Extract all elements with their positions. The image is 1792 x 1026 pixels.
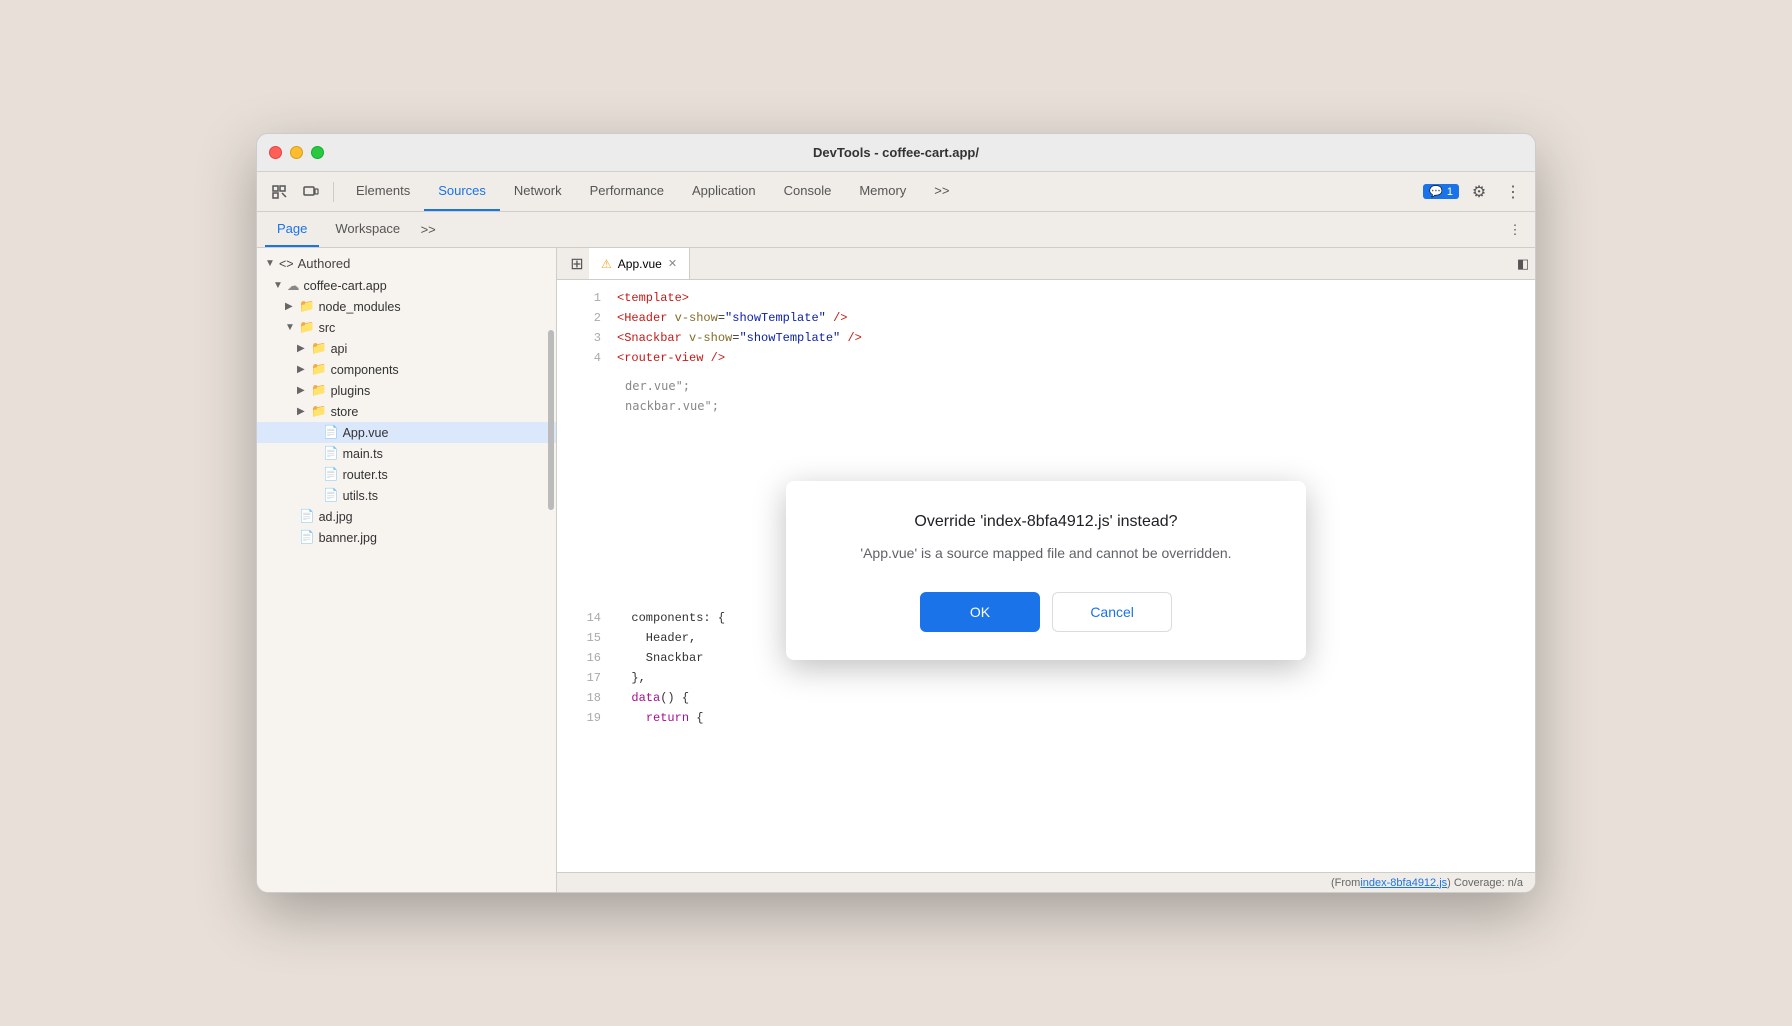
devtools-window: DevTools - coffee-cart.app/ Elements Sou xyxy=(256,133,1536,893)
folder-icon: 📁 xyxy=(311,404,327,419)
traffic-lights xyxy=(269,146,324,159)
file-icon: 📄 xyxy=(299,530,315,545)
settings-icon[interactable]: ⚙ xyxy=(1465,178,1493,206)
folder-icon: 📁 xyxy=(311,383,327,398)
tree-item-store[interactable]: ▶ 📁 store xyxy=(257,401,556,422)
tree-item-router-ts[interactable]: 📄 router.ts xyxy=(257,464,556,485)
authored-arrow: ▼ xyxy=(265,258,275,269)
tab-elements[interactable]: Elements xyxy=(342,172,424,211)
tab-memory[interactable]: Memory xyxy=(845,172,920,211)
inspect-icon[interactable] xyxy=(265,178,293,206)
tree-item-api[interactable]: ▶ 📁 api xyxy=(257,338,556,359)
ok-button[interactable]: OK xyxy=(920,592,1040,632)
maximize-button[interactable] xyxy=(311,146,324,159)
tab-workspace[interactable]: Workspace xyxy=(323,212,412,247)
more-tabs-icon[interactable]: >> xyxy=(416,218,440,242)
more-options-icon[interactable]: ⋮ xyxy=(1499,178,1527,206)
file-icon: 📄 xyxy=(323,446,339,461)
folder-icon: 📁 xyxy=(311,362,327,377)
file-tree: ▼ <> Authored ▼ ☁ coffee-cart.app ▶ 📁 no… xyxy=(257,248,557,892)
override-dialog: Override 'index-8bfa4912.js' instead? 'A… xyxy=(786,481,1306,660)
file-icon: 📄 xyxy=(323,488,339,503)
tree-item-utils-ts[interactable]: 📄 utils.ts xyxy=(257,485,556,506)
folder-icon: 📁 xyxy=(299,320,315,335)
sources-panel: Page Workspace >> ⋮ ▼ <> Authored xyxy=(257,212,1535,892)
tab-application[interactable]: Application xyxy=(678,172,770,211)
tab-page[interactable]: Page xyxy=(265,212,319,247)
tree-item-banner-jpg[interactable]: 📄 banner.jpg xyxy=(257,527,556,548)
close-button[interactable] xyxy=(269,146,282,159)
tree-item-plugins[interactable]: ▶ 📁 plugins xyxy=(257,380,556,401)
tree-item-src[interactable]: ▼ 📁 src xyxy=(257,317,556,338)
sub-toolbar: Page Workspace >> ⋮ xyxy=(257,212,1535,248)
tree-item-root[interactable]: ▼ ☁ coffee-cart.app xyxy=(257,275,556,296)
tree-item-ad-jpg[interactable]: 📄 ad.jpg xyxy=(257,506,556,527)
dialog-title: Override 'index-8bfa4912.js' instead? xyxy=(826,513,1266,531)
tab-more[interactable]: >> xyxy=(920,172,963,211)
folder-icon: 📁 xyxy=(299,299,315,314)
add-folder-icon[interactable]: ⋮ xyxy=(1503,218,1527,242)
content-area: ▼ <> Authored ▼ ☁ coffee-cart.app ▶ 📁 no… xyxy=(257,248,1535,892)
scrollbar[interactable] xyxy=(548,330,554,510)
dialog-buttons: OK Cancel xyxy=(826,592,1266,632)
main-toolbar: Elements Sources Network Performance App… xyxy=(257,172,1535,212)
file-icon: 📄 xyxy=(323,425,339,440)
window-title: DevTools - coffee-cart.app/ xyxy=(813,145,979,160)
tab-network[interactable]: Network xyxy=(500,172,576,211)
tree-item-node-modules[interactable]: ▶ 📁 node_modules xyxy=(257,296,556,317)
tree-item-app-vue[interactable]: 📄 App.vue xyxy=(257,422,556,443)
dialog-message: 'App.vue' is a source mapped file and ca… xyxy=(826,543,1266,564)
folder-icon: 📁 xyxy=(311,341,327,356)
tab-bar: Elements Sources Network Performance App… xyxy=(342,172,1419,211)
cloud-icon: ☁ xyxy=(287,278,300,293)
tab-sources[interactable]: Sources xyxy=(424,172,500,211)
tree-item-components[interactable]: ▶ 📁 components xyxy=(257,359,556,380)
console-badge[interactable]: 💬 1 xyxy=(1423,184,1459,199)
tab-performance[interactable]: Performance xyxy=(576,172,678,211)
minimize-button[interactable] xyxy=(290,146,303,159)
file-icon: 📄 xyxy=(323,467,339,482)
separator-1 xyxy=(333,182,334,202)
device-toggle-icon[interactable] xyxy=(297,178,325,206)
tree-item-main-ts[interactable]: 📄 main.ts xyxy=(257,443,556,464)
tab-console[interactable]: Console xyxy=(770,172,846,211)
file-icon: 📄 xyxy=(299,509,315,524)
toolbar-right: 💬 1 ⚙ ⋮ xyxy=(1423,178,1527,206)
editor-area: ⊞ ⚠ App.vue ✕ ◧ 1 <template> 2 xyxy=(557,248,1535,892)
authored-section[interactable]: ▼ <> Authored xyxy=(257,252,556,275)
dialog-overlay: Override 'index-8bfa4912.js' instead? 'A… xyxy=(557,248,1535,892)
titlebar: DevTools - coffee-cart.app/ xyxy=(257,134,1535,172)
cancel-button[interactable]: Cancel xyxy=(1052,592,1172,632)
